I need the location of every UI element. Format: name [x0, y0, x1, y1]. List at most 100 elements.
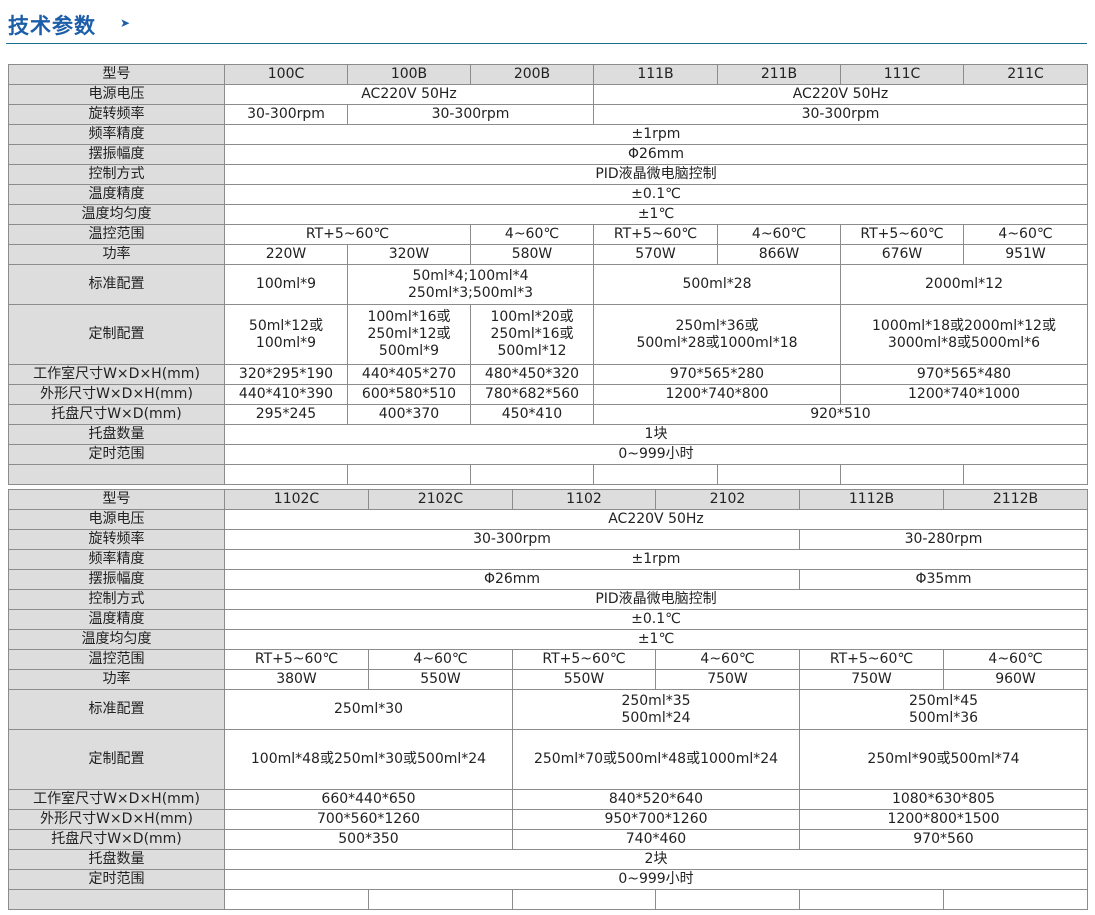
table-row-temp-uniformity: 温度均匀度 ±1℃	[8, 204, 1088, 225]
table-cell: 951W	[963, 244, 1088, 265]
table-row-rotation-speed: 旋转频率 30-300rpm 30-300rpm 30-300rpm	[8, 104, 1088, 125]
table-row-control-mode: 控制方式 PID液晶微电脑控制	[8, 589, 1088, 610]
table-cell: 2块	[224, 849, 1088, 870]
model-1102: 1102	[512, 489, 656, 510]
table-cell: RT+5~60℃	[224, 224, 471, 245]
table-cell: 380W	[224, 669, 369, 690]
table-row-power-supply: 电源电压 AC220V 50Hz AC220V 50Hz	[8, 84, 1088, 105]
row-label-outer-size: 外形尺寸W×D×H(mm)	[8, 384, 225, 405]
table-row-tray-size: 托盘尺寸W×D(mm) 295*245 400*370 450*410 920*…	[8, 404, 1088, 425]
model-1112b: 1112B	[799, 489, 944, 510]
row-label-empty	[8, 464, 225, 485]
table-cell	[655, 889, 800, 910]
table-cell: 550W	[368, 669, 513, 690]
table-cell	[347, 464, 471, 485]
row-label-temp-uniformity: 温度均匀度	[8, 204, 225, 225]
spec-table-2: 型号 1102C 2102C 1102 2102 1112B 2112B 电源电…	[8, 489, 1088, 910]
row-label-tray-count: 托盘数量	[8, 424, 225, 445]
table-cell: 580W	[470, 244, 594, 265]
table-cell: 1块	[224, 424, 1088, 445]
table-row-tray-count: 托盘数量 2块	[8, 849, 1088, 870]
table-cell	[470, 464, 594, 485]
table-row-temp-range: 温控范围 RT+5~60℃ 4~60℃ RT+5~60℃ 4~60℃ RT+5~…	[8, 649, 1088, 670]
row-label-speed-accuracy: 频率精度	[8, 549, 225, 570]
table-row-model: 型号 100C 100B 200B 111B 211B 111C 211C	[8, 64, 1088, 85]
table-cell: 4~60℃	[655, 649, 800, 670]
table-cell: 50ml*12或 100ml*9	[224, 304, 348, 365]
model-1102c: 1102C	[224, 489, 369, 510]
table-row-power: 功率 220W 320W 580W 570W 866W 676W 951W	[8, 244, 1088, 265]
model-2102: 2102	[655, 489, 800, 510]
row-label-power-supply: 电源电压	[8, 84, 225, 105]
table-cell	[943, 889, 1088, 910]
table-cell: 4~60℃	[943, 649, 1088, 670]
table-cell: 480*450*320	[470, 364, 594, 385]
table-cell: ±1rpm	[224, 549, 1088, 570]
table-cell: 960W	[943, 669, 1088, 690]
table-cell: 4~60℃	[717, 224, 841, 245]
arrow-right-icon: ➤	[120, 16, 131, 30]
table-row-timer-range: 定时范围 0~999小时	[8, 869, 1088, 890]
table-cell: AC220V 50Hz	[224, 84, 594, 105]
table-cell: 1080*630*805	[799, 789, 1088, 810]
row-label-tray-size: 托盘尺寸W×D(mm)	[8, 404, 225, 425]
table-row-custom-config: 定制配置 100ml*48或250ml*30或500ml*24 250ml*70…	[8, 729, 1088, 790]
table-cell: 320*295*190	[224, 364, 348, 385]
table-cell	[799, 889, 944, 910]
table-row-speed-accuracy: 频率精度 ±1rpm	[8, 124, 1088, 145]
table-cell	[368, 889, 513, 910]
table-row-rotation-speed: 旋转频率 30-300rpm 30-280rpm	[8, 529, 1088, 550]
table-cell: 100ml*9	[224, 264, 348, 305]
table-cell: ±1℃	[224, 629, 1088, 650]
table-cell: ±0.1℃	[224, 184, 1088, 205]
table-cell: 660*440*650	[224, 789, 513, 810]
table-cell: 550W	[512, 669, 656, 690]
table-cell: 30-300rpm	[347, 104, 594, 125]
table-cell	[717, 464, 841, 485]
table-row-temp-range: 温控范围 RT+5~60℃ 4~60℃ RT+5~60℃ 4~60℃ RT+5~…	[8, 224, 1088, 245]
table-cell: 950*700*1260	[512, 809, 800, 830]
model-200b: 200B	[470, 64, 594, 85]
model-100b: 100B	[347, 64, 471, 85]
model-211c: 211C	[963, 64, 1088, 85]
row-label-rotation-speed: 旋转频率	[8, 104, 225, 125]
table-cell	[224, 889, 369, 910]
table-cell: ±1rpm	[224, 124, 1088, 145]
table-cell: 400*370	[347, 404, 471, 425]
table-row-speed-accuracy: 频率精度 ±1rpm	[8, 549, 1088, 570]
table-row-power-supply: 电源电压 AC220V 50Hz	[8, 509, 1088, 530]
table-cell: 30-280rpm	[799, 529, 1088, 550]
table-cell: 440*410*390	[224, 384, 348, 405]
table-cell: PID液晶微电脑控制	[224, 589, 1088, 610]
table-cell: 220W	[224, 244, 348, 265]
table-cell: 750W	[799, 669, 944, 690]
table-row-power: 功率 380W 550W 550W 750W 750W 960W	[8, 669, 1088, 690]
table-cell: RT+5~60℃	[840, 224, 964, 245]
row-label-amplitude: 摆振幅度	[8, 144, 225, 165]
row-label-tray-count: 托盘数量	[8, 849, 225, 870]
row-label-tray-size: 托盘尺寸W×D(mm)	[8, 829, 225, 850]
row-label-temp-range: 温控范围	[8, 649, 225, 670]
row-label-chamber-size: 工作室尺寸W×D×H(mm)	[8, 789, 225, 810]
table-cell: 1200*800*1500	[799, 809, 1088, 830]
row-label-custom-config: 定制配置	[8, 304, 225, 365]
table-cell: 1200*740*800	[593, 384, 841, 405]
table-cell: RT+5~60℃	[593, 224, 718, 245]
row-label-empty	[8, 889, 225, 910]
row-label-power: 功率	[8, 244, 225, 265]
table-cell: 250ml*36或 500ml*28或1000ml*18	[593, 304, 841, 365]
table-cell: RT+5~60℃	[224, 649, 369, 670]
table-cell: 920*510	[593, 404, 1088, 425]
table-cell	[512, 889, 656, 910]
model-111b: 111B	[593, 64, 718, 85]
table-cell: AC220V 50Hz	[593, 84, 1088, 105]
table-row-custom-config: 定制配置 50ml*12或 100ml*9 100ml*16或 250ml*12…	[8, 304, 1088, 365]
table-cell: 100ml*16或 250ml*12或 500ml*9	[347, 304, 471, 365]
table-row-standard-config: 标准配置 100ml*9 50ml*4;100ml*4 250ml*3;500m…	[8, 264, 1088, 305]
model-100c: 100C	[224, 64, 348, 85]
table-row-standard-config: 标准配置 250ml*30 250ml*35 500ml*24 250ml*45…	[8, 689, 1088, 730]
row-label-timer-range: 定时范围	[8, 869, 225, 890]
table-cell: Φ26mm	[224, 569, 800, 590]
table-cell: Φ26mm	[224, 144, 1088, 165]
table-cell: 30-300rpm	[224, 529, 800, 550]
